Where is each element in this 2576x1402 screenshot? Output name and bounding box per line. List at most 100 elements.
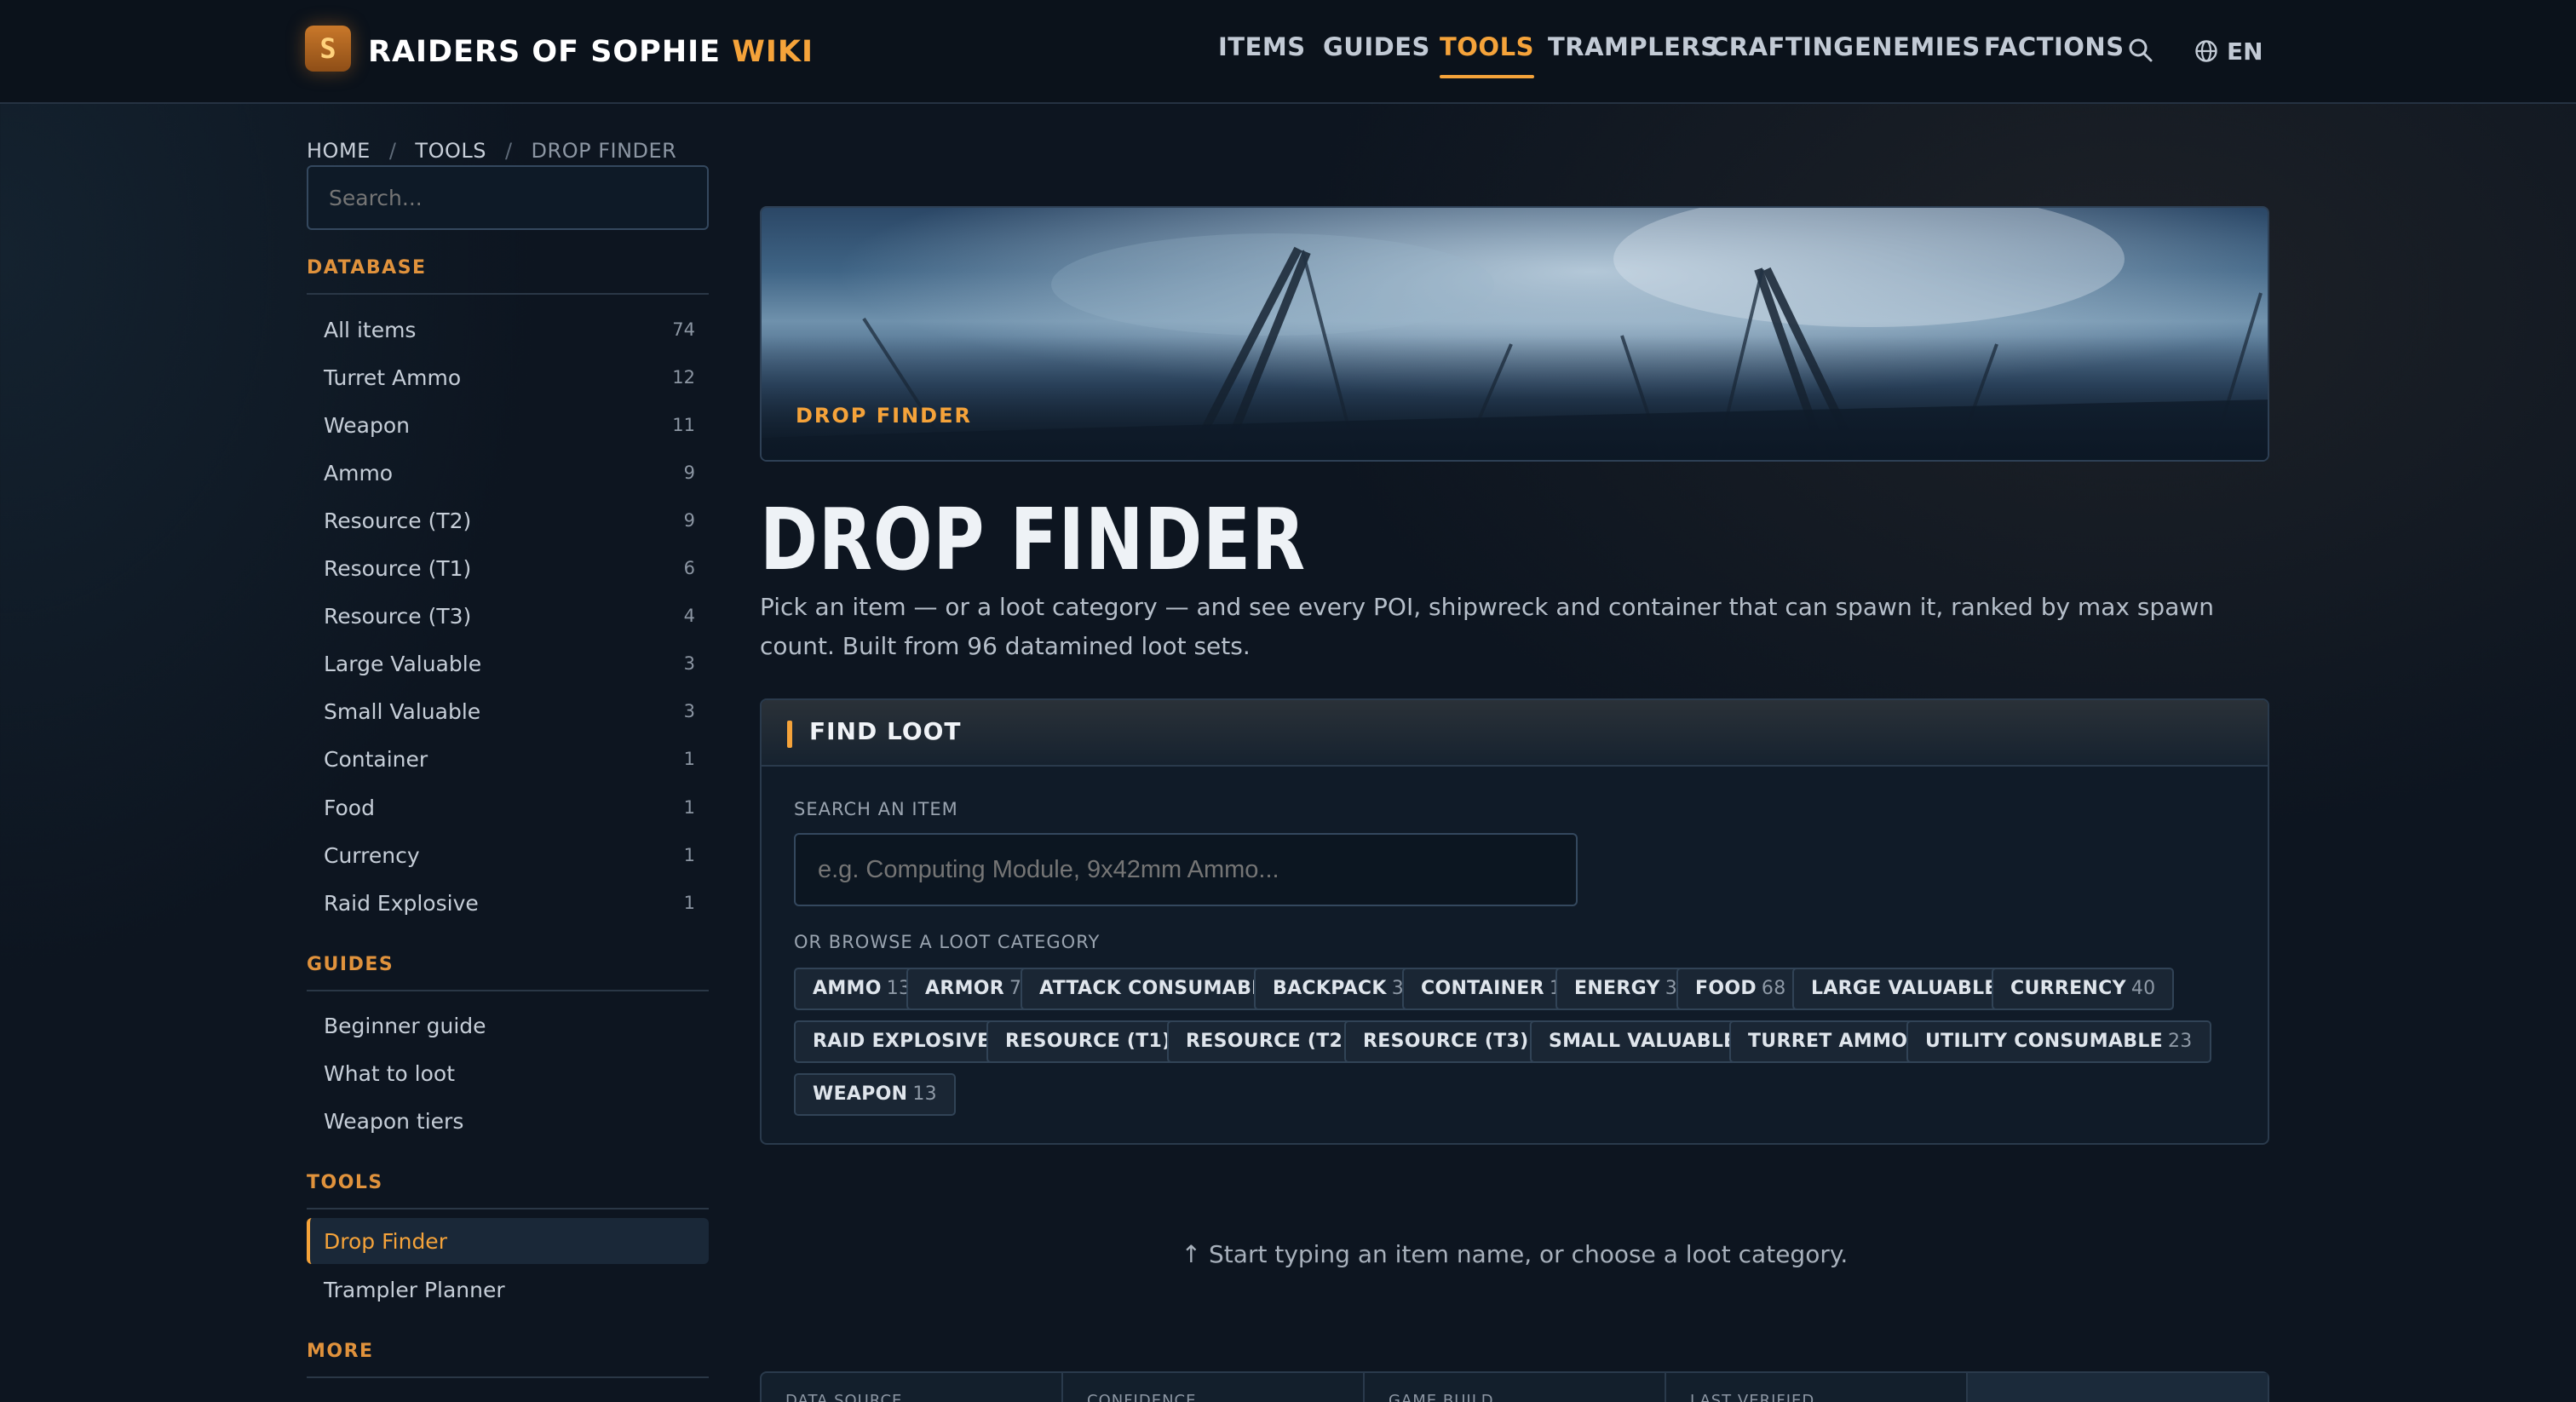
meta-label: GAME BUILD bbox=[1389, 1392, 1494, 1402]
chip-label: UTILITY CONSUMABLE bbox=[1925, 1031, 2163, 1052]
sidebar-item-container[interactable]: Container 1 bbox=[307, 736, 709, 782]
meta-last-verified: LAST VERIFIED bbox=[1666, 1373, 1968, 1402]
sidebar-item-label: Beginner guide bbox=[324, 1013, 486, 1038]
sidebar-item-label: Turret Ammo bbox=[324, 365, 462, 390]
site-name-accent: WIKI bbox=[732, 35, 814, 69]
page-description: Pick an item — or a loot category — and … bbox=[760, 593, 2215, 660]
sidebar-item-large-valuable[interactable]: Large Valuable 3 bbox=[307, 641, 709, 687]
sidebar-item-currency[interactable]: Currency 1 bbox=[307, 832, 709, 878]
sidebar-item-label: All items bbox=[324, 317, 417, 342]
chip-label: RESOURCE (T3) bbox=[1363, 1031, 1529, 1052]
sidebar-item-resource-t3[interactable]: Resource (T3) 4 bbox=[307, 593, 709, 639]
sidebar-item-ammo[interactable]: Ammo 9 bbox=[307, 450, 709, 496]
divider bbox=[307, 293, 709, 295]
language-label: EN bbox=[2227, 37, 2263, 66]
sidebar-item-food[interactable]: Food 1 bbox=[307, 784, 709, 830]
sidebar-item-count: 1 bbox=[683, 845, 695, 865]
nav-crafting[interactable]: CRAFTING bbox=[1711, 32, 1854, 70]
sidebar-item-label: Trampler Planner bbox=[324, 1277, 505, 1302]
breadcrumb: HOME / TOOLS / DROP FINDER bbox=[307, 136, 676, 165]
search-item-label: SEARCH AN ITEM bbox=[794, 799, 958, 819]
chip-label: WEAPON bbox=[813, 1083, 908, 1105]
sidebar-item-resource-t2[interactable]: Resource (T2) 9 bbox=[307, 497, 709, 543]
sidebar-item-count: 9 bbox=[683, 510, 695, 531]
sidebar-item-label: Resource (T3) bbox=[324, 603, 472, 629]
sidebar-heading-database: DATABASE bbox=[307, 257, 427, 279]
chip-label: AMMO bbox=[813, 978, 882, 999]
data-meta-strip: DATA SOURCE CONFIDENCE GAME BUILD LAST V… bbox=[760, 1371, 2269, 1402]
meta-label: DATA SOURCE bbox=[785, 1392, 903, 1402]
sidebar-item-label: Weapon bbox=[324, 412, 410, 438]
category-chip-currency[interactable]: CURRENCY 40 bbox=[1992, 968, 2175, 1010]
breadcrumb-current: DROP FINDER bbox=[531, 139, 677, 163]
chip-label: CONTAINER bbox=[1421, 978, 1544, 999]
chip-count: 68 bbox=[1761, 978, 1786, 999]
sidebar-item-beginner-guide[interactable]: Beginner guide bbox=[307, 1003, 709, 1049]
site-name: RAIDERS OF SOPHIE bbox=[368, 35, 722, 69]
sidebar-item-what-to-loot[interactable]: What to loot bbox=[307, 1050, 709, 1096]
sidebar-item-label: Ammo bbox=[324, 460, 394, 486]
sidebar-item-count: 3 bbox=[683, 701, 695, 721]
sidebar-item-count: 74 bbox=[672, 319, 695, 340]
meta-game-build: GAME BUILD bbox=[1365, 1373, 1666, 1402]
language-selector[interactable]: EN bbox=[2194, 32, 2263, 70]
panel-title: FIND LOOT bbox=[809, 717, 962, 745]
sidebar-item-count: 9 bbox=[683, 463, 695, 483]
breadcrumb-home[interactable]: HOME bbox=[307, 139, 371, 163]
sidebar-item-small-valuable[interactable]: Small Valuable 3 bbox=[307, 688, 709, 734]
sidebar-item-trampler-planner[interactable]: Trampler Planner bbox=[307, 1267, 709, 1313]
category-chip-weapon[interactable]: WEAPON 13 bbox=[794, 1073, 956, 1116]
sidebar-item-label: Weapon tiers bbox=[324, 1108, 464, 1134]
sidebar-heading-tools: TOOLS bbox=[307, 1172, 383, 1193]
nav-items[interactable]: ITEMS bbox=[1218, 32, 1306, 70]
sidebar-item-drop-finder[interactable]: Drop Finder bbox=[307, 1218, 709, 1264]
sidebar-item-label: What to loot bbox=[324, 1060, 456, 1086]
hero-banner: DROP FINDER bbox=[760, 206, 2269, 462]
search-icon[interactable] bbox=[2128, 37, 2153, 63]
sidebar-item-count: 12 bbox=[672, 367, 695, 388]
sidebar-item-raid-explosive[interactable]: Raid Explosive 1 bbox=[307, 880, 709, 926]
nav-enemies[interactable]: ENEMIES bbox=[1854, 32, 1981, 70]
category-chip-utility-consumable[interactable]: UTILITY CONSUMABLE 23 bbox=[1906, 1020, 2211, 1063]
sidebar-item-turret-ammo[interactable]: Turret Ammo 12 bbox=[307, 354, 709, 400]
breadcrumb-separator: / bbox=[504, 139, 513, 163]
logo-icon[interactable]: S bbox=[305, 26, 351, 72]
sidebar-item-resource-t1[interactable]: Resource (T1) 6 bbox=[307, 545, 709, 591]
page-title: DROP FINDER bbox=[760, 490, 1306, 589]
sidebar-item-count: 6 bbox=[683, 558, 695, 578]
sidebar-item-weapon[interactable]: Weapon 11 bbox=[307, 402, 709, 448]
sidebar-item-count: 1 bbox=[683, 893, 695, 913]
nav-tramplers[interactable]: TRAMPLERS bbox=[1548, 32, 1719, 70]
nav-factions[interactable]: FACTIONS bbox=[1984, 32, 2125, 70]
nav-guides[interactable]: GUIDES bbox=[1323, 32, 1430, 70]
hero-cranes-image bbox=[762, 208, 2268, 460]
nav-tools[interactable]: TOOLS bbox=[1440, 32, 1534, 78]
sidebar-item-label: Resource (T1) bbox=[324, 555, 472, 581]
top-navbar: S RAIDERS OF SOPHIE WIKI ITEMS GUIDES TO… bbox=[0, 0, 2576, 104]
chip-label: LARGE VALUABLE bbox=[1811, 978, 1998, 999]
empty-state-hint: ↑ Start typing an item name, or choose a… bbox=[1181, 1240, 1849, 1268]
site-title[interactable]: RAIDERS OF SOPHIE WIKI bbox=[368, 29, 814, 75]
sidebar-item-label: Resource (T2) bbox=[324, 508, 472, 533]
sidebar-heading-guides: GUIDES bbox=[307, 954, 394, 975]
chip-label: RAID EXPLOSIVE bbox=[813, 1031, 991, 1052]
sidebar-item-weapon-tiers[interactable]: Weapon tiers bbox=[307, 1098, 709, 1144]
sidebar-item-label: Large Valuable bbox=[324, 651, 482, 676]
sidebar-item-count: 4 bbox=[683, 606, 695, 626]
browse-category-label: OR BROWSE A LOOT CATEGORY bbox=[794, 932, 1101, 952]
sidebar-item-all-items[interactable]: All items 74 bbox=[307, 307, 709, 353]
breadcrumb-tools[interactable]: TOOLS bbox=[415, 139, 486, 163]
divider bbox=[307, 990, 709, 991]
chip-label: ARMOR bbox=[925, 978, 1005, 999]
chip-label: FOOD bbox=[1695, 978, 1757, 999]
meta-confidence: CONFIDENCE bbox=[1063, 1373, 1365, 1402]
category-chip-food[interactable]: FOOD 68 bbox=[1676, 968, 1805, 1010]
sidebar-search-input[interactable] bbox=[307, 165, 709, 230]
sidebar-heading-more: MORE bbox=[307, 1341, 374, 1362]
chip-count: 40 bbox=[2130, 978, 2156, 999]
find-loot-panel: FIND LOOT SEARCH AN ITEM OR BROWSE A LOO… bbox=[760, 698, 2269, 1145]
item-search-input[interactable] bbox=[794, 833, 1578, 906]
meta-data-source: DATA SOURCE bbox=[762, 1373, 1063, 1402]
accent-bar bbox=[787, 721, 792, 748]
chip-label: ATTACK CONSUMABLE bbox=[1039, 978, 1277, 999]
